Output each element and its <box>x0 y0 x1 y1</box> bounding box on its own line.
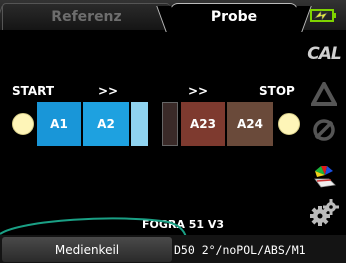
patch-a1[interactable]: A1 <box>37 102 81 146</box>
medienkeil-label: Medienkeil <box>54 242 120 257</box>
color-chart-button[interactable] <box>302 158 346 198</box>
arrow-label-right: >> <box>188 84 209 98</box>
patch-a23-label: A23 <box>190 117 216 131</box>
arrow-label-left: >> <box>98 84 119 98</box>
cal-icon: CAL <box>307 44 341 64</box>
patch-a2[interactable]: A2 <box>83 102 129 146</box>
stop-label: STOP <box>259 84 295 98</box>
tab-referenz[interactable]: Referenz <box>2 3 170 30</box>
no-filter-button[interactable] <box>302 110 346 150</box>
patch-a24[interactable]: A24 <box>227 102 273 146</box>
medienkeil-button[interactable]: Medienkeil <box>2 237 172 262</box>
disabled-circle-icon <box>313 119 335 141</box>
calibration-button[interactable]: CAL <box>302 34 346 74</box>
patch-a24-label: A24 <box>237 117 263 131</box>
start-label: START <box>12 84 55 98</box>
delta-button[interactable] <box>302 74 346 114</box>
battery-plug-icon <box>310 9 336 22</box>
start-marker <box>12 113 34 135</box>
delta-icon <box>311 82 337 106</box>
color-wheel-icon <box>314 166 336 188</box>
tab-referenz-label: Referenz <box>51 9 122 25</box>
patch-a3[interactable] <box>131 102 148 146</box>
tab-probe[interactable]: Probe <box>170 3 298 30</box>
patch-a23[interactable]: A23 <box>181 102 225 146</box>
battery-plug-button[interactable] <box>302 0 346 30</box>
tab-probe-label: Probe <box>210 9 258 25</box>
measurement-settings[interactable]: D50 2°/noPOL/ABS/M1 <box>174 237 346 262</box>
measurement-settings-label: D50 2°/noPOL/ABS/M1 <box>174 242 306 257</box>
stop-marker <box>278 113 300 135</box>
patch-a2-label: A2 <box>97 117 115 131</box>
patch-a1-label: A1 <box>50 117 68 131</box>
patch-a22[interactable] <box>162 102 178 146</box>
